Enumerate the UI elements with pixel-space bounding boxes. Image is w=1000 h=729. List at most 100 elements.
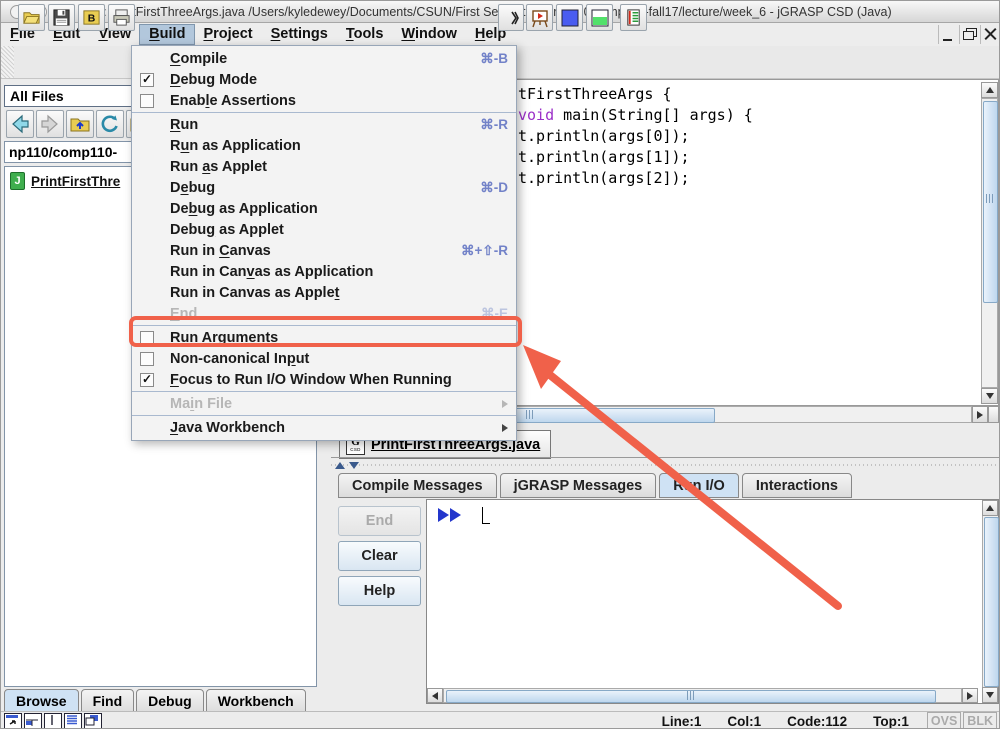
tab-jgrasp-messages[interactable]: jGRASP Messages — [500, 473, 657, 498]
io-hscrollbar[interactable] — [443, 688, 962, 703]
menubar-item-window[interactable]: Window — [392, 25, 465, 44]
run-play-icon — [438, 508, 461, 522]
scroll-down-icon[interactable] — [981, 388, 998, 404]
clear-button[interactable]: Clear — [338, 541, 421, 571]
io-scroll-up-icon[interactable] — [982, 500, 998, 516]
ovs-flag: OVS — [927, 712, 961, 729]
menu-item-debug-as-applet[interactable]: Debug as Applet — [132, 219, 516, 240]
path-value: np110/comp110- — [9, 144, 117, 160]
menu-item-debug-mode[interactable]: ✓ Debug Mode — [132, 69, 516, 90]
highlight-box — [129, 316, 522, 347]
menu-item-non-canonical-input[interactable]: Non-canonical Input — [132, 348, 516, 369]
menu-item-run-in-canvas[interactable]: Run in Canvas ⌘+⇧-R — [132, 240, 516, 261]
cascade-windows-icon[interactable] — [84, 713, 102, 729]
checkbox-checked-icon: ✓ — [140, 73, 154, 87]
minimize-icon[interactable] — [938, 25, 959, 44]
end-button: End — [338, 506, 421, 536]
compile-icon[interactable]: B — [78, 4, 105, 31]
run-io-area[interactable] — [426, 499, 999, 704]
scroll-corner — [988, 406, 999, 423]
menu-item-debug-as-application[interactable]: Debug as Application — [132, 198, 516, 219]
menu-item-label: Run as Applet — [170, 159, 267, 175]
menu-item-label: Run in Canvas as Application — [170, 264, 373, 280]
menu-item-label: Run — [170, 117, 198, 133]
io-scroll-right-icon[interactable] — [962, 688, 978, 703]
code-text: tFirstThreeArgs {void main(String[] args… — [518, 84, 753, 189]
menu-item-label: Main File — [170, 396, 232, 412]
sidebar-tab-workbench[interactable]: Workbench — [206, 689, 306, 713]
menu-item-enable-assertions[interactable]: Enable Assertions — [132, 90, 516, 111]
open-file-icon[interactable] — [18, 4, 45, 31]
blue-square-icon[interactable] — [556, 4, 583, 31]
checkbox-icon — [140, 94, 154, 108]
menu-item-debug[interactable]: Debug⌘-D — [132, 177, 516, 198]
tab-interactions[interactable]: Interactions — [742, 473, 852, 498]
menubar-item-settings[interactable]: Settings — [262, 25, 337, 44]
code-line: tFirstThreeArgs { — [518, 84, 753, 105]
menubar-item-tools[interactable]: Tools — [337, 25, 393, 44]
menu-shortcut: ⌘-B — [480, 51, 508, 67]
menu-item-label: Debug as Application — [170, 201, 318, 217]
save-file-icon[interactable] — [48, 4, 75, 31]
restore-icon[interactable] — [959, 25, 980, 44]
editor-vscrollbar[interactable] — [981, 98, 998, 388]
scroll-up-icon[interactable] — [981, 82, 998, 98]
split-bottom-icon[interactable] — [24, 713, 42, 729]
layout-icons — [4, 713, 102, 729]
menu-item-focus-to-run-i-o-window-when-running[interactable]: ✓Focus to Run I/O Window When Running — [132, 369, 516, 390]
menu-item-compile[interactable]: Compile⌘-B — [132, 48, 516, 69]
svg-text:B: B — [88, 13, 96, 24]
run-canvas-icon[interactable] — [526, 4, 553, 31]
sidebar-tab-browse[interactable]: Browse — [4, 689, 79, 713]
splitter-arrows[interactable] — [335, 462, 359, 469]
refresh-icon[interactable] — [96, 110, 124, 138]
tree-item-label: PrintFirstThre — [31, 174, 120, 189]
menu-item-label: Run in Canvas — [170, 243, 271, 259]
menu-item-label: Non-canonical Input — [170, 351, 309, 367]
tab-compile-messages[interactable]: Compile Messages — [338, 473, 497, 498]
list-view-icon[interactable] — [64, 713, 82, 729]
horizontal-splitter[interactable] — [331, 459, 1000, 472]
io-vscrollbar[interactable] — [982, 516, 998, 687]
sidebar-tab-find[interactable]: Find — [81, 689, 135, 713]
green-split-icon[interactable] — [586, 4, 613, 31]
messages-doc-icon[interactable] — [620, 4, 647, 31]
close-icon[interactable] — [980, 25, 1000, 44]
menubar-item-project[interactable]: Project — [194, 25, 261, 44]
io-caret — [482, 507, 490, 524]
split-columns-icon[interactable] — [44, 713, 62, 729]
new-view-icon[interactable] — [4, 713, 22, 729]
menu-item-label: Debug as Applet — [170, 222, 284, 238]
menu-item-run[interactable]: Run⌘-R — [132, 114, 516, 135]
status-col: Col:1 — [727, 714, 761, 729]
back-icon[interactable] — [6, 110, 34, 138]
menu-item-run-in-canvas-as-applet[interactable]: Run in Canvas as Applet — [132, 282, 516, 303]
menu-shortcut: ⌘+⇧-R — [461, 243, 508, 259]
window-controls — [938, 23, 1000, 46]
io-scroll-down-icon[interactable] — [982, 687, 998, 703]
menu-item-label: Enable Assertions — [170, 93, 296, 109]
tab-run-i-o[interactable]: Run I/O — [659, 473, 739, 498]
menu-separator — [132, 391, 516, 392]
menu-item-run-as-applet[interactable]: Run as Applet — [132, 156, 516, 177]
partial-toolbar-icon[interactable] — [498, 4, 524, 31]
menu-item-label: Debug Mode — [170, 72, 257, 88]
toolbar-grip[interactable] — [1, 46, 14, 78]
menu-item-run-in-canvas-as-application[interactable]: Run in Canvas as Application — [132, 261, 516, 282]
menu-item-label: Run in Canvas as Applet — [170, 285, 339, 301]
help-button[interactable]: Help — [338, 576, 421, 606]
up-folder-icon[interactable] — [66, 110, 94, 138]
code-line: t.println(args[1]); — [518, 147, 753, 168]
menu-separator — [132, 415, 516, 416]
print-icon[interactable] — [108, 4, 135, 31]
io-scroll-left-icon[interactable] — [427, 688, 443, 703]
tab-strip-divider — [331, 457, 999, 458]
menu-item-java-workbench[interactable]: Java Workbench — [132, 417, 516, 438]
submenu-arrow-icon — [502, 400, 508, 408]
menubar-item-build[interactable]: Build — [140, 25, 194, 44]
status-code: Code:112 — [787, 714, 847, 729]
forward-icon[interactable] — [36, 110, 64, 138]
scroll-right-icon[interactable] — [972, 406, 988, 423]
sidebar-tab-debug[interactable]: Debug — [136, 689, 204, 713]
menu-item-run-as-application[interactable]: Run as Application — [132, 135, 516, 156]
